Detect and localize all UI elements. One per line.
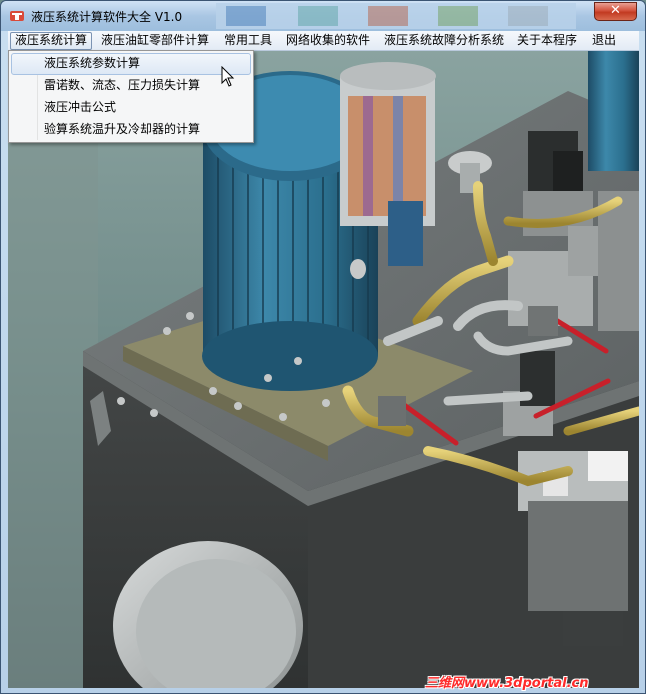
close-button[interactable]: ✕	[594, 2, 637, 21]
cursor-icon	[221, 66, 235, 87]
hydraulic-calc-dropdown: 液压系统参数计算 雷诺数、流态、压力损失计算 液压冲击公式 验算系统温升及冷却器…	[8, 50, 254, 143]
watermark: 三维网www.3dportal.cn	[425, 676, 589, 691]
menu-exit[interactable]: 退出	[587, 32, 621, 50]
menu-fault-analysis[interactable]: 液压系统故障分析系统	[379, 32, 509, 50]
menuitem-system-parameter-calc[interactable]: 液压系统参数计算	[11, 53, 251, 75]
background-render	[8, 51, 639, 688]
menu-common-tools[interactable]: 常用工具	[219, 32, 277, 50]
menuitem-reynolds-pressure-loss[interactable]: 雷诺数、流态、压力损失计算	[11, 75, 251, 97]
title-bar[interactable]: 液压系统计算软件大全 V1.0 ✕	[1, 1, 645, 31]
menu-bar: 液压系统计算 液压油缸零部件计算 常用工具 网络收集的软件 液压系统故障分析系统…	[8, 31, 639, 51]
window-title: 液压系统计算软件大全 V1.0	[31, 10, 183, 24]
title-bar-graphic	[216, 3, 576, 29]
close-icon: ✕	[610, 3, 621, 18]
menu-network-software[interactable]: 网络收集的软件	[281, 32, 375, 50]
menu-cylinder-parts[interactable]: 液压油缸零部件计算	[96, 32, 214, 50]
hydraulic-unit-illustration	[8, 51, 639, 688]
menuitem-temperature-cooler-calc[interactable]: 验算系统温升及冷却器的计算	[11, 119, 251, 141]
menuitem-hydraulic-shock-formula[interactable]: 液压冲击公式	[11, 97, 251, 119]
menu-hydraulic-calc[interactable]: 液压系统计算	[10, 32, 93, 50]
menu-about[interactable]: 关于本程序	[512, 32, 582, 50]
app-icon	[10, 11, 24, 21]
